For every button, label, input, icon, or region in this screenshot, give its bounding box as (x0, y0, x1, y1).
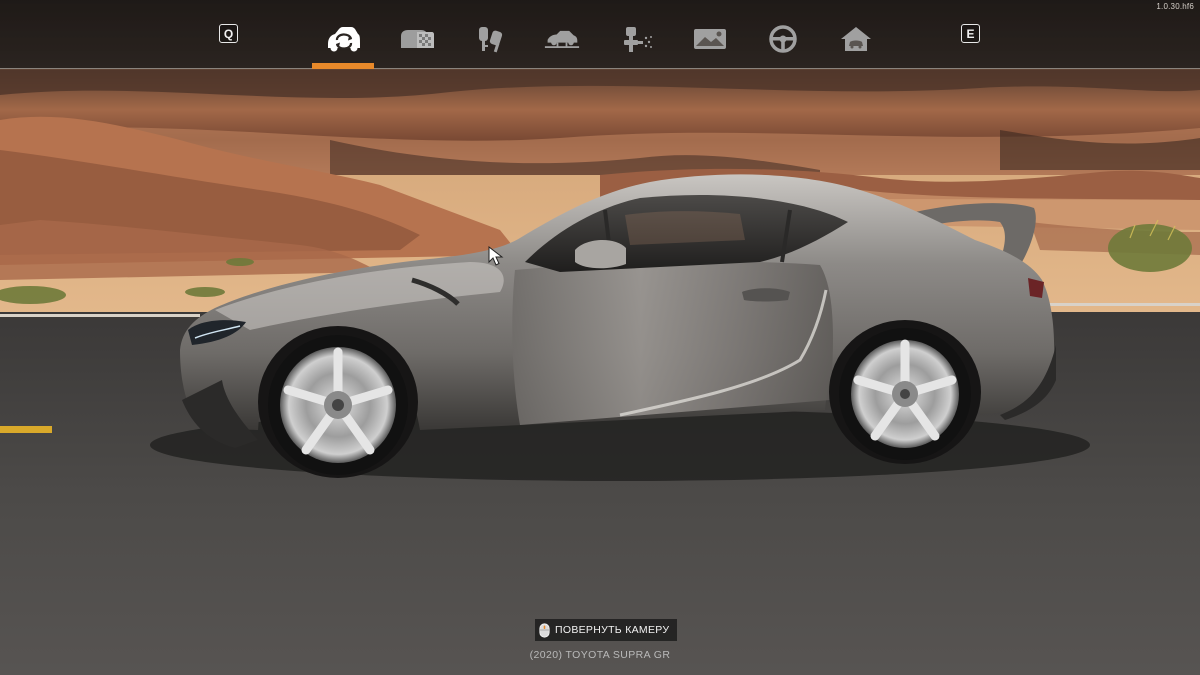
rear-wheel (839, 328, 971, 460)
garage-cars-icon (401, 29, 434, 48)
active-tab-indicator (312, 63, 374, 69)
mouse-icon (539, 622, 550, 638)
tab-garage-cars[interactable] (386, 8, 448, 69)
tab-car-lift[interactable] (531, 8, 593, 69)
scene-render (0, 0, 1200, 675)
car-lift-icon (544, 30, 580, 48)
top-navigation-bar: 1.0.30.hf6 Q E (0, 0, 1200, 69)
tab-steering[interactable] (752, 8, 814, 69)
car-name-label: (2020) TOYOTA SUPRA GR (529, 649, 671, 661)
steering-wheel-icon (769, 24, 797, 53)
hint-label: ПОВЕРНУТЬ КАМЕРУ (555, 624, 670, 636)
tab-photo[interactable] (679, 8, 741, 69)
tab-home[interactable] (825, 8, 887, 69)
mouse-pointer-icon (488, 246, 504, 266)
keys-icon (479, 26, 503, 52)
prev-tab-key[interactable]: Q (219, 24, 238, 43)
tab-paint[interactable] (605, 8, 667, 69)
game-viewport[interactable] (0, 0, 1200, 675)
paint-spray-icon (624, 26, 652, 52)
rotate-car-icon (328, 26, 360, 51)
front-wheel (268, 335, 408, 475)
rotate-camera-hint: ПОВЕРНУТЬ КАМЕРУ (535, 619, 678, 641)
car-photo-icon (694, 28, 726, 49)
tab-keys[interactable] (459, 8, 521, 69)
next-tab-key[interactable]: E (961, 24, 980, 43)
tab-rotate-car[interactable] (312, 8, 374, 69)
version-label: 1.0.30.hf6 (1156, 2, 1194, 11)
home-icon (841, 26, 871, 51)
